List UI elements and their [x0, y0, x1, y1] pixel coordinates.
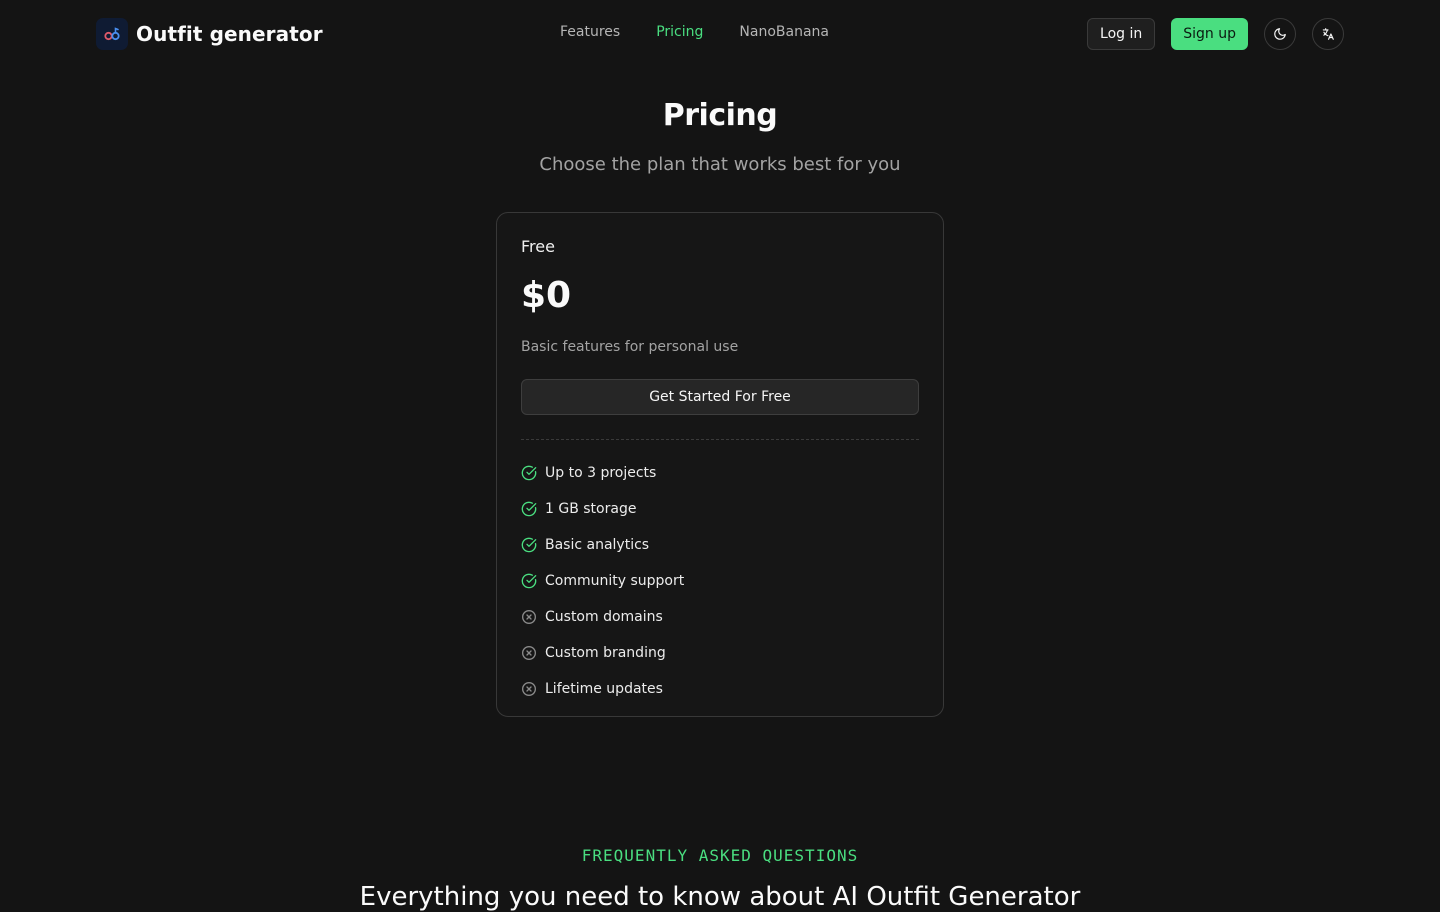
feature-label: Basic analytics — [545, 537, 650, 553]
x-circle-icon — [521, 645, 537, 661]
feature-item: Up to 3 projects — [521, 455, 684, 491]
feature-label: 1 GB storage — [545, 501, 637, 517]
divider — [521, 439, 919, 440]
language-button[interactable] — [1312, 18, 1344, 50]
plan-description: Basic features for personal use — [521, 339, 739, 355]
feature-item: Lifetime updates — [521, 671, 684, 707]
feature-label: Custom branding — [545, 645, 666, 661]
logo-icon — [96, 18, 128, 50]
theme-toggle-button[interactable] — [1264, 18, 1296, 50]
faq-heading: Everything you need to know about AI Out… — [359, 882, 1081, 912]
brand[interactable]: Outfit generator — [96, 18, 323, 50]
translate-icon — [1322, 28, 1334, 40]
x-circle-icon — [521, 609, 537, 625]
feature-item: 1 GB storage — [521, 491, 684, 527]
pricing-card-free: Free $0 Basic features for personal use … — [496, 212, 944, 717]
feature-item: Custom domains — [521, 599, 684, 635]
feature-label: Lifetime updates — [545, 681, 663, 697]
plan-name: Free — [521, 237, 555, 256]
check-circle-icon — [521, 537, 537, 553]
moon-icon — [1274, 28, 1286, 40]
login-button[interactable]: Log in — [1087, 18, 1156, 50]
feature-label: Up to 3 projects — [545, 465, 657, 481]
feature-label: Community support — [545, 573, 685, 589]
feature-label: Custom domains — [545, 609, 663, 625]
header-actions: Log in Sign up — [1087, 18, 1344, 50]
plan-price: $0 — [521, 275, 572, 316]
main-nav: Features Pricing NanoBanana — [560, 24, 829, 40]
check-circle-icon — [521, 501, 537, 517]
faq-eyebrow: FREQUENTLY ASKED QUESTIONS — [581, 846, 859, 865]
brand-name: Outfit generator — [136, 22, 323, 46]
nav-link-pricing[interactable]: Pricing — [656, 24, 703, 40]
nav-link-features[interactable]: Features — [560, 24, 620, 40]
signup-button[interactable]: Sign up — [1171, 18, 1248, 50]
feature-item: Custom branding — [521, 635, 684, 671]
page-subtitle: Choose the plan that works best for you — [539, 154, 901, 175]
get-started-button[interactable]: Get Started For Free — [521, 379, 919, 415]
nav-link-nanobanana[interactable]: NanoBanana — [739, 24, 829, 40]
site-header: Outfit generator Features Pricing NanoBa… — [0, 0, 1440, 68]
page-title: Pricing — [662, 98, 778, 133]
check-circle-icon — [521, 573, 537, 589]
feature-item: Basic analytics — [521, 527, 684, 563]
x-circle-icon — [521, 681, 537, 697]
feature-item: Community support — [521, 563, 684, 599]
check-circle-icon — [521, 465, 537, 481]
feature-list: Up to 3 projects 1 GB storage Basic anal… — [521, 455, 684, 707]
